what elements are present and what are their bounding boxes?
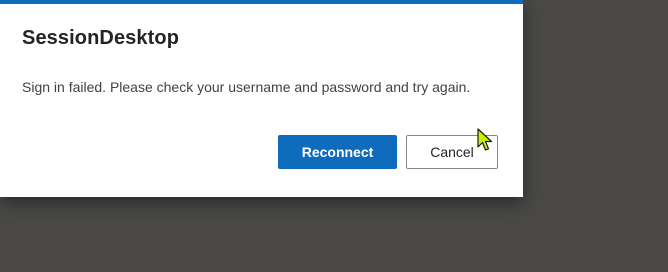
dialog-message: Sign in failed. Please check your userna… — [22, 79, 471, 95]
sign-in-failed-dialog: SessionDesktop Sign in failed. Please ch… — [0, 0, 523, 197]
reconnect-button[interactable]: Reconnect — [278, 135, 397, 169]
dialog-title: SessionDesktop — [22, 27, 180, 49]
dialog-accent-bar — [0, 0, 523, 4]
mouse-pointer-icon — [477, 128, 493, 151]
